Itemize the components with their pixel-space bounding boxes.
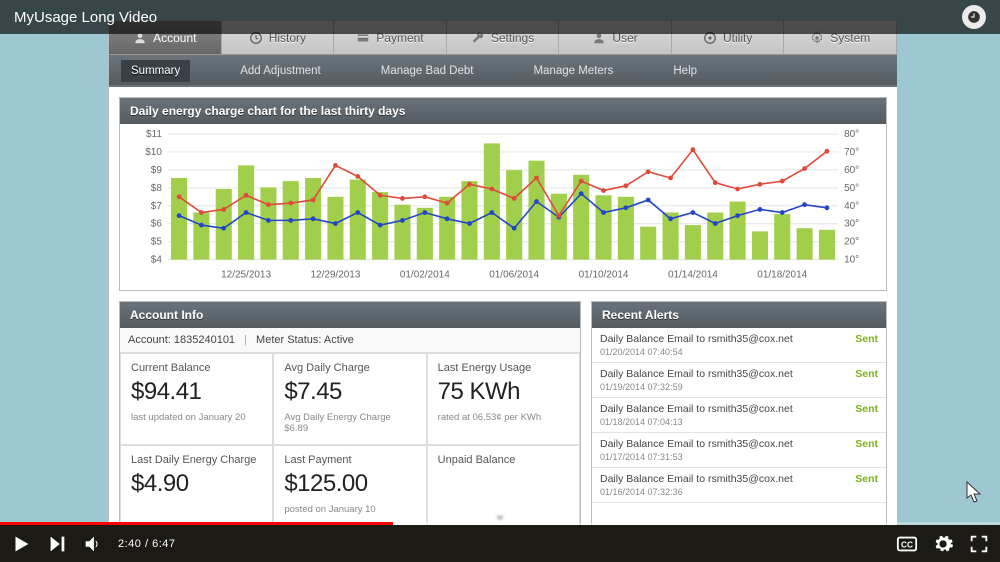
svg-text:01/14/2014: 01/14/2014 bbox=[668, 270, 718, 281]
alert-row[interactable]: Daily Balance Email to rsmith35@cox.net0… bbox=[592, 328, 886, 363]
svg-text:80°: 80° bbox=[844, 129, 859, 140]
expand-description-icon[interactable]: ⌄ bbox=[495, 508, 505, 522]
tile-last-energy-usage: Last Energy Usage75 KWhrated at 06.53¢ p… bbox=[427, 353, 580, 445]
svg-text:70°: 70° bbox=[844, 147, 859, 158]
captions-button[interactable]: CC bbox=[896, 533, 918, 555]
alert-row[interactable]: Daily Balance Email to rsmith35@cox.net0… bbox=[592, 468, 886, 503]
svg-text:20°: 20° bbox=[844, 237, 859, 248]
svg-text:$11: $11 bbox=[146, 129, 162, 140]
chart-title: Daily energy charge chart for the last t… bbox=[120, 98, 886, 124]
subnav-add-adjustment[interactable]: Add Adjustment bbox=[230, 60, 331, 82]
chart-panel: Daily energy charge chart for the last t… bbox=[119, 97, 887, 291]
video-title: MyUsage Long Video bbox=[14, 9, 157, 26]
svg-text:12/25/2013: 12/25/2013 bbox=[221, 270, 271, 281]
account-info-panel: Account Info Account: 1835240101 | Meter… bbox=[119, 301, 581, 527]
alert-row[interactable]: Daily Balance Email to rsmith35@cox.net0… bbox=[592, 363, 886, 398]
svg-text:30°: 30° bbox=[844, 219, 859, 230]
watch-later-icon[interactable] bbox=[962, 5, 986, 29]
tile-last-payment: Last Payment$125.00posted on January 10 bbox=[273, 445, 426, 526]
play-button[interactable] bbox=[10, 533, 32, 555]
svg-text:10°: 10° bbox=[844, 255, 859, 266]
video-player-controls: 2:40 / 6:47 CC bbox=[0, 522, 1000, 562]
alert-row[interactable]: Daily Balance Email to rsmith35@cox.net0… bbox=[592, 398, 886, 433]
subnav-help[interactable]: Help bbox=[663, 60, 707, 82]
svg-text:01/18/2014: 01/18/2014 bbox=[757, 270, 807, 281]
tile-avg-daily-charge: Avg Daily Charge$7.45Avg Daily Energy Ch… bbox=[273, 353, 426, 445]
account-info-header: Account Info bbox=[120, 302, 580, 328]
svg-text:$5: $5 bbox=[151, 237, 163, 248]
svg-text:$7: $7 bbox=[151, 201, 163, 212]
alert-row[interactable]: Daily Balance Email to rsmith35@cox.net0… bbox=[592, 433, 886, 468]
svg-text:01/06/2014: 01/06/2014 bbox=[489, 270, 539, 281]
settings-button[interactable] bbox=[932, 533, 954, 555]
energy-chart: $11 80° $10 70° $9 60° $8 50° $7 40° $6 30° $5 20° $4 1… bbox=[124, 128, 882, 288]
subnav-manage-bad-debt[interactable]: Manage Bad Debt bbox=[371, 60, 484, 82]
tile-current-balance: Current Balance$94.41last updated on Jan… bbox=[120, 353, 273, 445]
subnav-manage-meters[interactable]: Manage Meters bbox=[523, 60, 623, 82]
mouse-cursor bbox=[966, 481, 986, 510]
fullscreen-button[interactable] bbox=[968, 533, 990, 555]
svg-text:01/10/2014: 01/10/2014 bbox=[579, 270, 629, 281]
app-window: AccountHistoryPaymentSettingsUserUtility… bbox=[108, 20, 898, 538]
svg-text:$9: $9 bbox=[151, 165, 163, 176]
account-meta: Account: 1835240101 | Meter Status: Acti… bbox=[120, 328, 580, 353]
svg-text:CC: CC bbox=[901, 540, 913, 549]
svg-text:$4: $4 bbox=[151, 255, 163, 266]
recent-alerts-header: Recent Alerts bbox=[592, 302, 886, 328]
svg-text:12/29/2013: 12/29/2013 bbox=[310, 270, 360, 281]
recent-alerts-panel: Recent Alerts Daily Balance Email to rsm… bbox=[591, 301, 887, 527]
svg-text:$6: $6 bbox=[151, 219, 163, 230]
next-button[interactable] bbox=[46, 533, 68, 555]
svg-text:$10: $10 bbox=[145, 147, 162, 158]
sub-nav: Summary Add Adjustment Manage Bad Debt Mana… bbox=[109, 57, 897, 85]
svg-text:$8: $8 bbox=[151, 183, 163, 194]
subnav-summary[interactable]: Summary bbox=[121, 60, 190, 82]
svg-text:01/02/2014: 01/02/2014 bbox=[400, 270, 450, 281]
svg-text:50°: 50° bbox=[844, 183, 859, 194]
tile-last-daily-energy-charge: Last Daily Energy Charge$4.90 bbox=[120, 445, 273, 526]
volume-button[interactable] bbox=[82, 533, 104, 555]
svg-text:60°: 60° bbox=[844, 165, 859, 176]
svg-text:40°: 40° bbox=[844, 201, 859, 212]
time-display: 2:40 / 6:47 bbox=[118, 538, 176, 550]
